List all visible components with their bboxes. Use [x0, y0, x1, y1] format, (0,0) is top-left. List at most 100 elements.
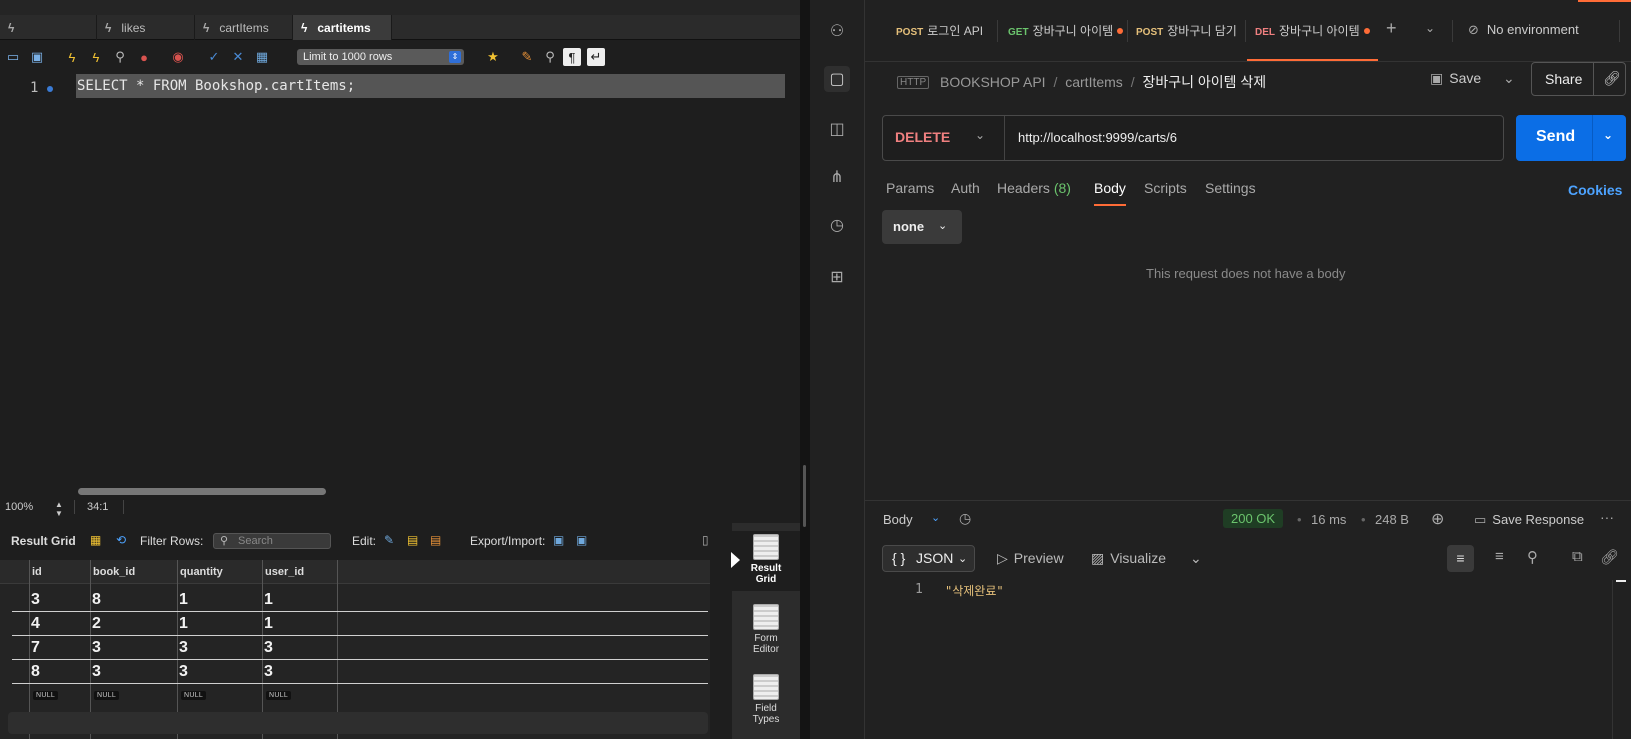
chevron-down-icon[interactable]: ⌄ — [1603, 128, 1613, 142]
breadcrumb-collection[interactable]: BOOKSHOP API — [940, 74, 1046, 90]
response-value[interactable]: "삭제완료" — [945, 582, 1004, 599]
stop-icon[interactable]: ● — [135, 48, 153, 66]
rollback-icon[interactable]: ✕ — [229, 48, 247, 66]
window-divider[interactable] — [800, 0, 810, 739]
commit-icon[interactable]: ✓ — [205, 48, 223, 66]
edit-row-icon[interactable]: ✎ — [384, 533, 394, 547]
sql-code-line[interactable]: SELECT * FROM Bookshop.cartItems; — [76, 74, 785, 98]
tab-auth[interactable]: Auth — [951, 180, 980, 196]
cookies-link[interactable]: Cookies — [1568, 182, 1622, 198]
result-grid-button[interactable]: Result Grid — [732, 531, 800, 591]
delete-row-icon[interactable]: ▤ — [430, 533, 441, 547]
field-types-button[interactable]: Field Types — [732, 671, 800, 731]
body-type-select[interactable]: none ⌄ — [882, 210, 962, 244]
visualize-button[interactable]: ▨ Visualize — [1091, 550, 1166, 567]
history-icon[interactable]: ◷ — [824, 212, 850, 238]
link-icon[interactable]: 🔗︎ — [1600, 548, 1619, 566]
tab-headers[interactable]: Headers (8) — [997, 180, 1071, 196]
chevron-down-icon[interactable]: ⌄ — [1425, 21, 1435, 35]
collections-icon[interactable]: ▢ — [824, 66, 850, 92]
grid-view-icon[interactable]: ▦ — [90, 533, 101, 547]
filter-search-input[interactable]: ⚲ Search — [213, 533, 331, 549]
save-response-button[interactable]: ▭ Save Response — [1474, 512, 1584, 528]
divider-grip[interactable] — [803, 465, 806, 527]
beautify-icon[interactable]: ✎ — [518, 48, 536, 66]
word-wrap-icon[interactable]: ↵ — [587, 48, 605, 66]
tab-settings[interactable]: Settings — [1205, 180, 1256, 196]
save-button[interactable]: ▣ Save ⌄ — [1430, 70, 1515, 87]
new-row[interactable]: NULL NULL NULL NULL — [12, 691, 708, 705]
tab-body[interactable]: Body — [1094, 180, 1126, 206]
response-size[interactable]: 248 B — [1375, 512, 1409, 527]
breadcrumb-request[interactable]: 장바구니 아이템 삭제 — [1142, 74, 1266, 90]
toggle-panel-icon[interactable]: ▯ — [702, 533, 709, 547]
preview-button[interactable]: ▷ Preview — [997, 550, 1064, 567]
apps-icon[interactable]: ⊞ — [824, 264, 850, 290]
column-header-quantity[interactable]: quantity — [180, 566, 223, 578]
url-input[interactable]: http://localhost:9999/carts/6 — [1018, 130, 1177, 145]
response-time[interactable]: 16 ms — [1311, 512, 1346, 527]
form-editor-button[interactable]: Form Editor — [732, 601, 800, 661]
table-row[interactable]: 3 8 1 1 — [12, 589, 708, 612]
table-row[interactable]: 7 3 3 3 — [12, 637, 708, 660]
tab-cartitems[interactable]: ϟ cartItems — [195, 15, 293, 40]
chevron-down-icon[interactable]: ⌄ — [1190, 550, 1202, 567]
copy-icon[interactable]: ⧉ — [1572, 548, 1583, 565]
invisible-chars-icon[interactable]: ¶ — [563, 48, 581, 66]
tab-cartitems-active[interactable]: ϟ cartitems — [293, 15, 392, 40]
autocommit-icon[interactable]: ▦ — [253, 48, 271, 66]
toggle-continue-icon[interactable]: ◉ — [169, 48, 187, 66]
environments-icon[interactable]: ◫ — [824, 116, 850, 142]
explain-icon[interactable]: ⚲ — [111, 48, 129, 66]
search-icon[interactable]: ⚲ — [1527, 548, 1538, 566]
save-file-icon[interactable]: ▣ — [28, 48, 46, 66]
zoom-level[interactable]: 100% — [5, 501, 33, 513]
tab-get-cart-items[interactable]: GET 장바구니 아이템 — [1008, 22, 1124, 39]
tab-params[interactable]: Params — [886, 180, 934, 196]
team-icon[interactable]: ⚇ — [824, 18, 850, 44]
tab-query-1[interactable]: ϟ — [0, 15, 97, 40]
tab-likes[interactable]: ϟ likes — [97, 15, 195, 40]
wrap-lines-button[interactable]: ≡ — [1447, 545, 1474, 572]
export-icon[interactable]: ▣ — [553, 533, 564, 547]
limit-rows-select[interactable]: Limit to 1000 rows ⇕ — [297, 49, 464, 65]
import-icon[interactable]: ▣ — [576, 533, 587, 547]
network-globe-icon[interactable]: ⊕ — [1431, 509, 1444, 529]
add-snippet-icon[interactable]: ★ — [484, 48, 502, 66]
chevron-down-icon[interactable]: ⌄ — [975, 128, 985, 142]
tab-scripts[interactable]: Scripts — [1144, 180, 1187, 196]
method-select[interactable]: DELETE — [895, 129, 950, 145]
execute-current-icon[interactable]: ϟ — [87, 48, 105, 66]
sql-editor[interactable]: 1 SELECT * FROM Bookshop.cartItems; — [0, 72, 785, 484]
chevron-down-icon[interactable]: ⌄ — [1503, 70, 1515, 86]
table-row[interactable]: 8 3 3 3 — [12, 661, 708, 684]
column-header-id[interactable]: id — [32, 566, 42, 578]
chevron-down-icon[interactable]: ⌄ — [931, 511, 940, 524]
tab-delete-cart-item[interactable]: DEL 장바구니 아이템 — [1247, 22, 1378, 61]
new-tab-icon[interactable]: + — [1386, 18, 1397, 39]
flows-icon[interactable]: ⋔ — [824, 164, 850, 190]
response-format-select[interactable]: { } JSON ⌄ — [882, 545, 975, 572]
zoom-stepper-icon[interactable]: ▲ ▼ — [55, 500, 63, 518]
response-history-icon[interactable]: ◷ — [959, 510, 971, 527]
more-options-icon[interactable]: ··· — [1600, 509, 1614, 525]
editor-horizontal-scrollbar[interactable] — [78, 488, 326, 495]
status-badge[interactable]: 200 OK — [1223, 509, 1284, 528]
grid-horizontal-scrollbar[interactable] — [8, 712, 708, 734]
send-button[interactable]: Send ⌄ — [1516, 115, 1626, 161]
open-file-icon[interactable]: ▭ — [4, 48, 22, 66]
find-icon[interactable]: ⚲ — [541, 48, 559, 66]
environment-selector[interactable]: ⊘ No environment — [1468, 22, 1579, 38]
filter-icon[interactable]: ≡ — [1495, 548, 1504, 565]
response-section-select[interactable]: Body — [883, 512, 913, 527]
response-scrollbar[interactable] — [1612, 580, 1627, 739]
share-button[interactable]: Share 🔗︎ — [1531, 62, 1626, 96]
response-body[interactable]: 1 "삭제완료" — [865, 582, 1631, 739]
execute-icon[interactable]: ϟ — [63, 48, 81, 66]
table-row[interactable]: 4 2 1 1 — [12, 613, 708, 636]
column-header-book-id[interactable]: book_id — [93, 566, 135, 578]
tab-add-to-cart[interactable]: POST 장바구니 담기 — [1136, 22, 1237, 39]
link-icon[interactable]: 🔗︎ — [1603, 70, 1621, 87]
add-row-icon[interactable]: ▤ — [407, 533, 418, 547]
refresh-icon[interactable]: ⟲ — [116, 533, 126, 547]
